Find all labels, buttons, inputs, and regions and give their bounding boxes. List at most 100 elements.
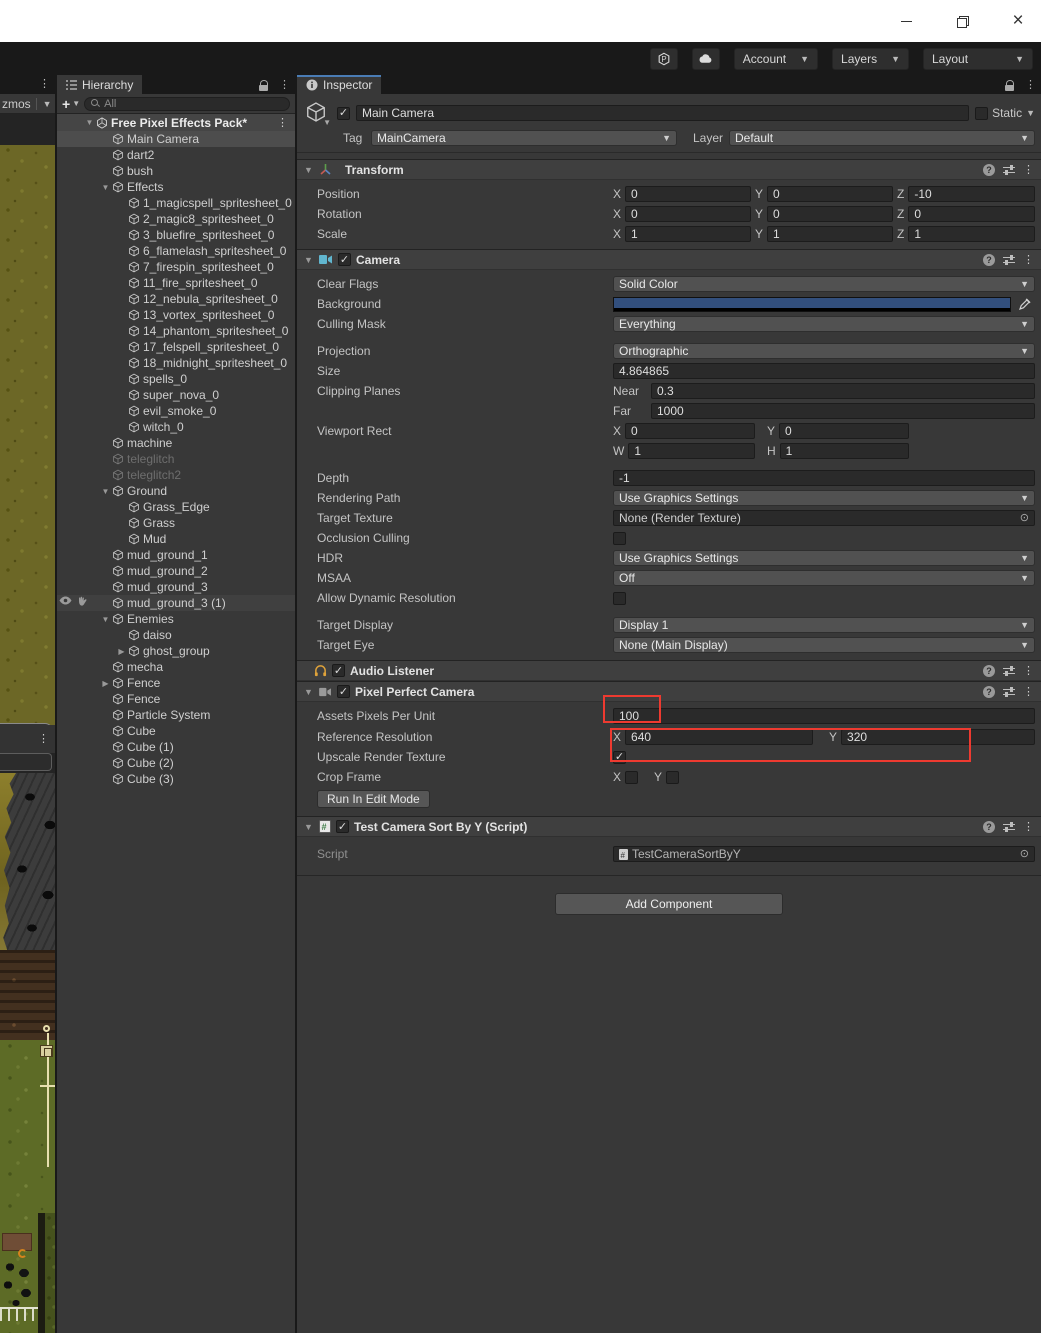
tab-inspector[interactable]: Inspector xyxy=(297,75,381,94)
hierarchy-item[interactable]: ▼Ground xyxy=(57,483,295,499)
object-picker-icon[interactable]: ⊙ xyxy=(1020,511,1029,525)
help-icon[interactable]: ? xyxy=(983,821,995,833)
hierarchy-item[interactable]: 18_midnight_spritesheet_0 xyxy=(57,355,295,371)
hierarchy-item[interactable]: 11_fire_spritesheet_0 xyxy=(57,275,295,291)
camera-header[interactable]: ▼ ✓ Camera ? ⋮ xyxy=(297,249,1041,270)
eye-icon[interactable] xyxy=(59,596,72,607)
msaa-dropdown[interactable]: Off▼ xyxy=(613,570,1035,586)
lock-toggle[interactable] xyxy=(254,75,274,94)
foldout-arrow-icon[interactable]: ▼ xyxy=(83,118,96,127)
hierarchy-item[interactable]: Fence xyxy=(57,691,295,707)
position-z-field[interactable]: -10 xyxy=(908,186,1035,202)
position-x-field[interactable]: 0 xyxy=(625,186,751,202)
viewport-h-field[interactable]: 1 xyxy=(780,443,909,459)
near-field[interactable]: 0.3 xyxy=(651,383,1035,399)
hierarchy-item[interactable]: ▶ghost_group xyxy=(57,643,295,659)
hierarchy-item[interactable]: 6_flamelash_spritesheet_0 xyxy=(57,243,295,259)
viewport-x-field[interactable]: 0 xyxy=(625,423,755,439)
rendering-path-dropdown[interactable]: Use Graphics Settings▼ xyxy=(613,490,1035,506)
viewport-w-field[interactable]: 1 xyxy=(628,443,755,459)
scale-x-field[interactable]: 1 xyxy=(625,226,751,242)
presets-icon[interactable] xyxy=(1003,687,1015,697)
transform-header[interactable]: ▼ Transform ? ⋮ xyxy=(297,159,1041,180)
kebab-menu-icon[interactable]: ⋮ xyxy=(274,75,295,94)
hierarchy-item[interactable]: Cube (1) xyxy=(57,739,295,755)
help-icon[interactable]: ? xyxy=(983,254,995,266)
hierarchy-item[interactable]: 7_firespin_spritesheet_0 xyxy=(57,259,295,275)
close-button[interactable]: × xyxy=(1003,6,1033,36)
far-field[interactable]: 1000 xyxy=(651,403,1035,419)
chevron-down-icon[interactable]: ▼ xyxy=(1026,108,1035,118)
background-color-swatch[interactable] xyxy=(613,297,1011,312)
hierarchy-item[interactable]: super_nova_0 xyxy=(57,387,295,403)
rotation-x-field[interactable]: 0 xyxy=(625,206,751,222)
hierarchy-item[interactable]: ▶Fence xyxy=(57,675,295,691)
layers-dropdown[interactable]: Layers▼ xyxy=(832,48,909,70)
gameobject-icon[interactable]: ▼ xyxy=(305,101,331,125)
pixel-perfect-header[interactable]: ▼ ✓ Pixel Perfect Camera ? ⋮ xyxy=(297,681,1041,702)
hierarchy-item[interactable]: mud_ground_1 xyxy=(57,547,295,563)
foldout-arrow-icon[interactable]: ▼ xyxy=(304,687,314,697)
lock-toggle[interactable] xyxy=(1000,75,1020,94)
hierarchy-item[interactable]: Grass xyxy=(57,515,295,531)
kebab-menu-icon[interactable]: ⋮ xyxy=(277,116,288,129)
ref-resolution-y-field[interactable]: 320 xyxy=(841,729,1035,745)
gameobject-name-field[interactable]: Main Camera xyxy=(356,105,969,121)
static-checkbox[interactable] xyxy=(975,107,988,120)
active-checkbox[interactable]: ✓ xyxy=(337,107,350,120)
account-dropdown[interactable]: Account▼ xyxy=(734,48,818,70)
foldout-arrow-icon[interactable]: ▶ xyxy=(99,679,112,688)
viewport-y-field[interactable]: 0 xyxy=(779,423,909,439)
presets-icon[interactable] xyxy=(1003,822,1015,832)
foldout-arrow-icon[interactable]: ▼ xyxy=(99,183,112,192)
hierarchy-item[interactable]: 2_magic8_spritesheet_0 xyxy=(57,211,295,227)
hierarchy-item[interactable]: witch_0 xyxy=(57,419,295,435)
hierarchy-item[interactable]: 3_bluefire_spritesheet_0 xyxy=(57,227,295,243)
hierarchy-item[interactable]: ▼Effects xyxy=(57,179,295,195)
presets-icon[interactable] xyxy=(1003,666,1015,676)
script-enabled-checkbox[interactable]: ✓ xyxy=(336,820,349,833)
help-icon[interactable]: ? xyxy=(983,164,995,176)
gizmos-button[interactable]: zmos xyxy=(0,97,31,111)
hierarchy-item[interactable]: mud_ground_3 xyxy=(57,579,295,595)
foldout-arrow-icon[interactable]: ▼ xyxy=(304,255,314,265)
cloud-services-button[interactable] xyxy=(692,48,720,70)
rotation-z-field[interactable]: 0 xyxy=(908,206,1035,222)
hierarchy-item[interactable]: bush xyxy=(57,163,295,179)
hierarchy-search-input[interactable]: All xyxy=(84,97,290,111)
target-texture-object-field[interactable]: None (Render Texture)⊙ xyxy=(613,510,1035,526)
target-eye-dropdown[interactable]: None (Main Display)▼ xyxy=(613,637,1035,653)
hierarchy-item[interactable]: evil_smoke_0 xyxy=(57,403,295,419)
hierarchy-item[interactable]: Grass_Edge xyxy=(57,499,295,515)
foldout-arrow-icon[interactable]: ▼ xyxy=(304,165,314,175)
hierarchy-item[interactable]: Cube (3) xyxy=(57,771,295,787)
minimize-button[interactable] xyxy=(891,6,921,36)
hierarchy-item[interactable]: dart2 xyxy=(57,147,295,163)
hierarchy-item[interactable]: mud_ground_3 (1) xyxy=(57,595,295,611)
hierarchy-item[interactable]: Particle System xyxy=(57,707,295,723)
hierarchy-item[interactable]: machine xyxy=(57,435,295,451)
restore-button[interactable] xyxy=(947,6,977,36)
kebab-menu-icon[interactable]: ⋮ xyxy=(38,732,49,745)
allow-dynamic-resolution-checkbox[interactable] xyxy=(613,592,626,605)
kebab-menu-icon[interactable]: ⋮ xyxy=(1023,163,1034,176)
tag-dropdown[interactable]: MainCamera▼ xyxy=(371,130,677,146)
clear-flags-dropdown[interactable]: Solid Color▼ xyxy=(613,276,1035,292)
kebab-menu-icon[interactable]: ⋮ xyxy=(1023,253,1034,266)
hierarchy-item[interactable]: Mud xyxy=(57,531,295,547)
eyedropper-icon[interactable] xyxy=(1015,296,1035,312)
presets-icon[interactable] xyxy=(1003,255,1015,265)
chevron-down-icon[interactable]: ▼ xyxy=(43,99,52,109)
size-field[interactable]: 4.864865 xyxy=(613,363,1035,379)
help-icon[interactable]: ? xyxy=(983,665,995,677)
layout-dropdown[interactable]: Layout▼ xyxy=(923,48,1033,70)
foldout-arrow-icon[interactable]: ▶ xyxy=(115,647,128,656)
rotation-y-field[interactable]: 0 xyxy=(767,206,893,222)
projection-dropdown[interactable]: Orthographic▼ xyxy=(613,343,1035,359)
foldout-arrow-icon[interactable]: ▼ xyxy=(99,615,112,624)
hierarchy-item[interactable]: Main Camera xyxy=(57,131,295,147)
target-display-dropdown[interactable]: Display 1▼ xyxy=(613,617,1035,633)
culling-mask-dropdown[interactable]: Everything▼ xyxy=(613,316,1035,332)
audio-enabled-checkbox[interactable]: ✓ xyxy=(332,664,345,677)
scale-y-field[interactable]: 1 xyxy=(767,226,893,242)
